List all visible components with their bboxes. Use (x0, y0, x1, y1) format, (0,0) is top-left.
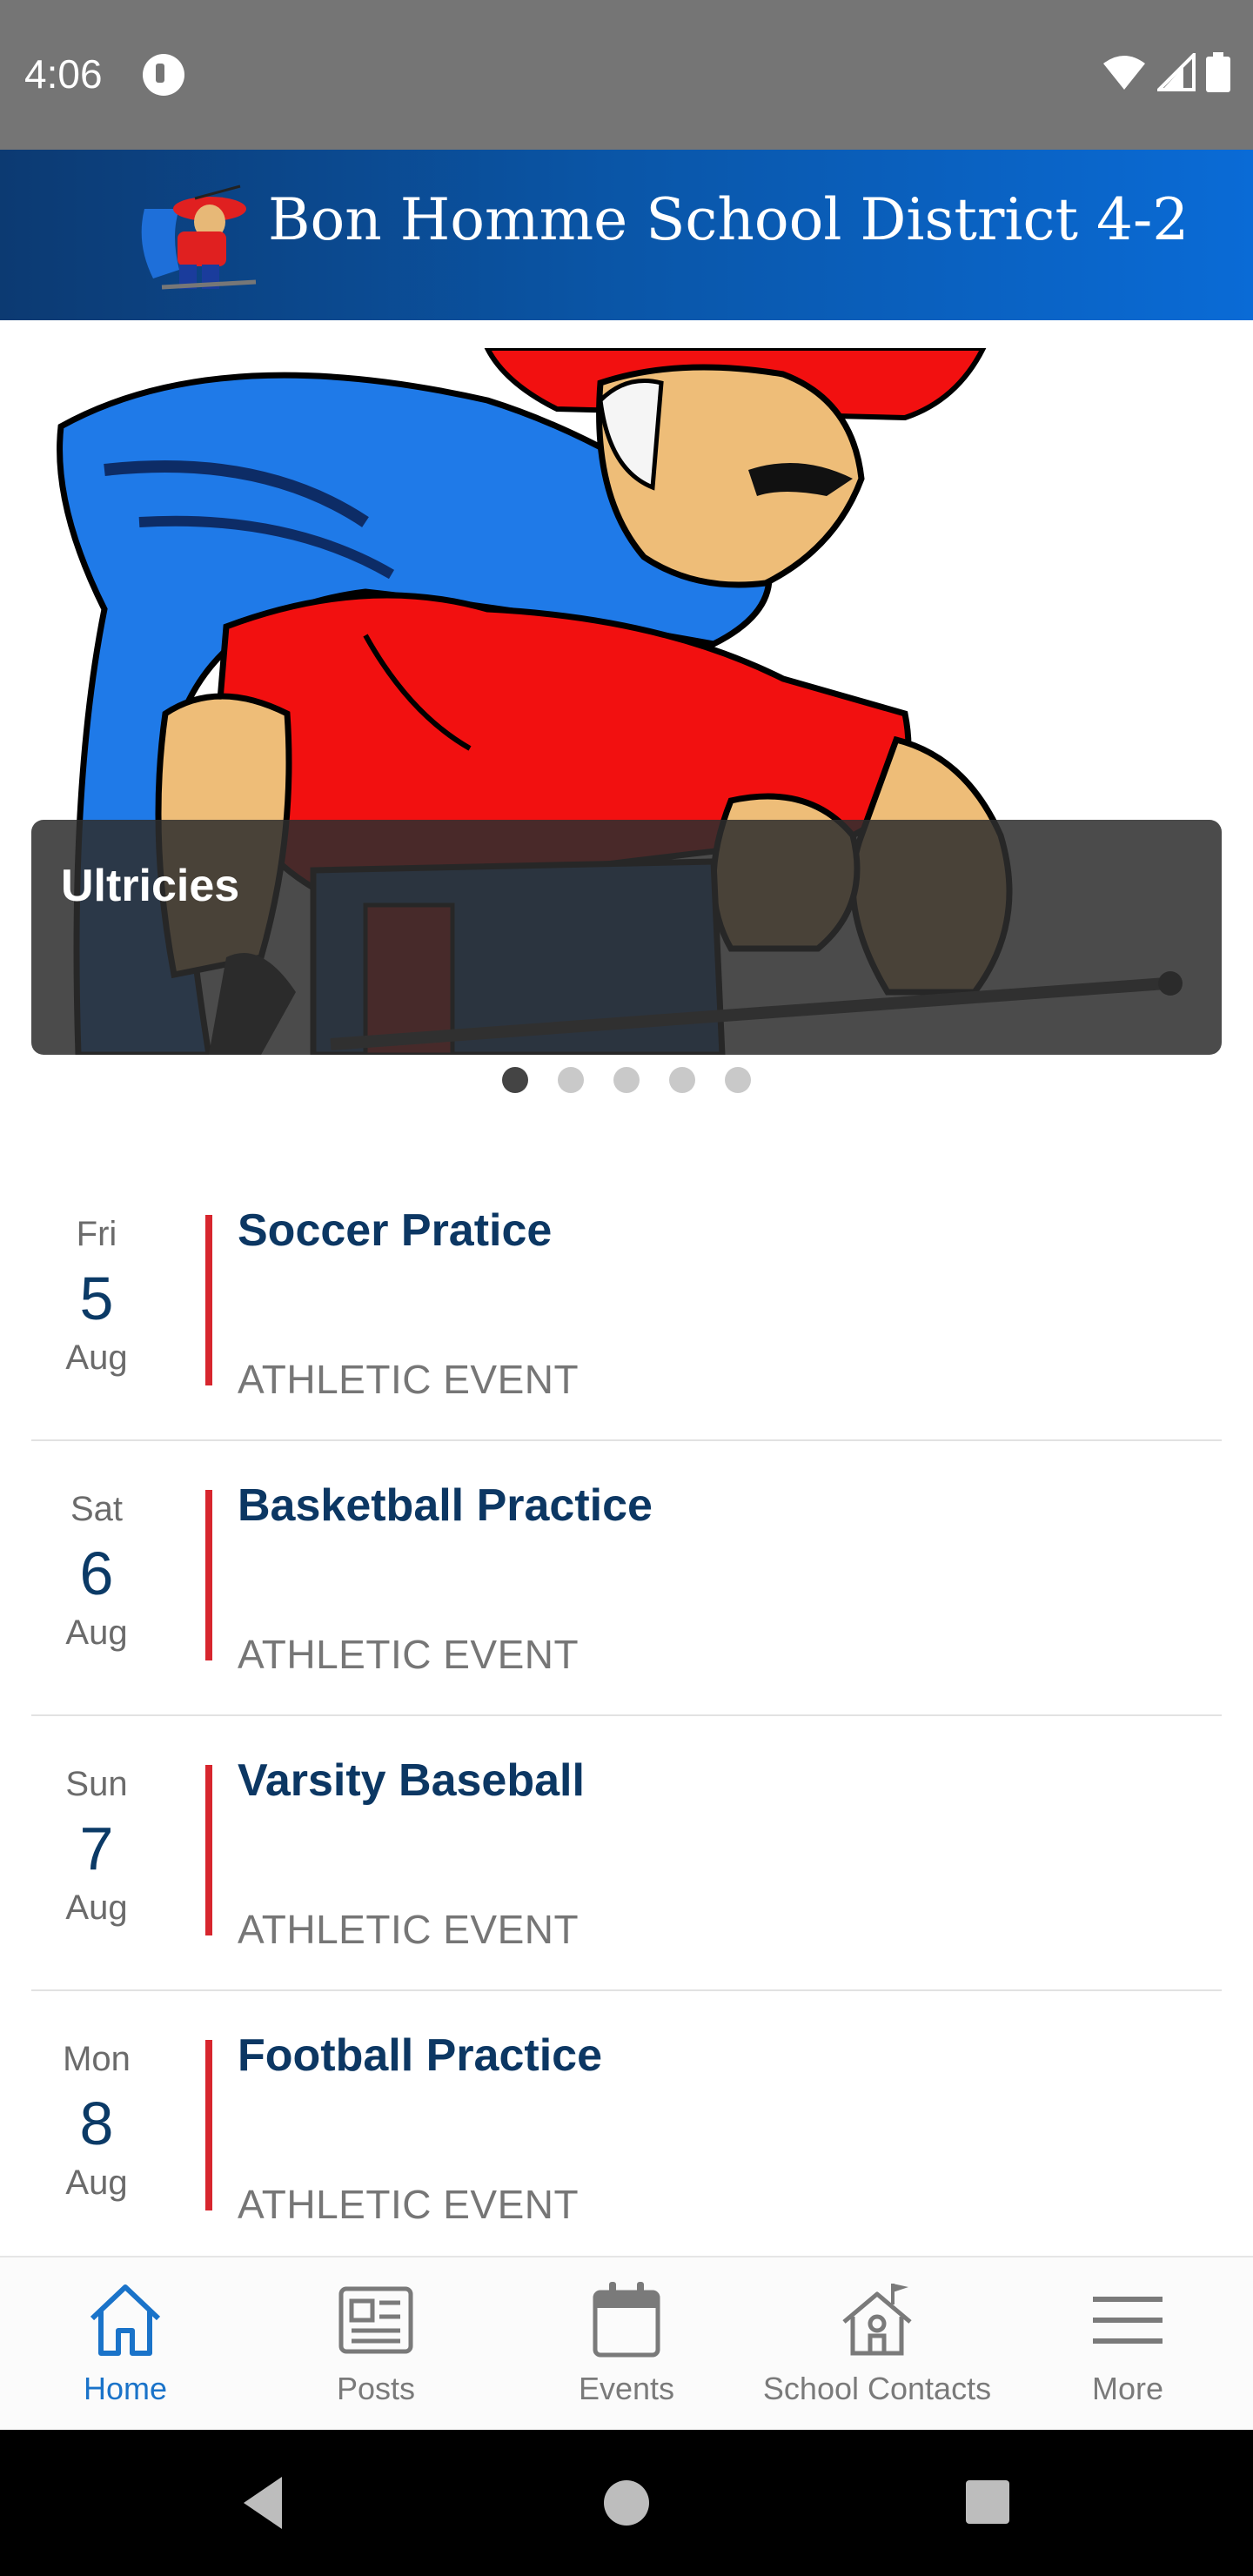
event-month: Aug (65, 2163, 128, 2202)
event-month: Aug (65, 1888, 128, 1927)
event-month: Aug (65, 1613, 128, 1652)
notification-app-icon (143, 54, 184, 96)
event-day-number: 5 (79, 1265, 114, 1332)
carousel-caption-title: Ultricies (61, 861, 240, 911)
carousel-dot[interactable] (669, 1067, 695, 1093)
event-accent-bar (205, 1765, 212, 1935)
event-list-item[interactable]: Sat 6 Aug Basketball Practice ATHLETIC E… (31, 1441, 1222, 1716)
event-title: Varsity Baseball (238, 1755, 585, 1806)
system-navigation-bar (0, 2430, 1253, 2576)
nav-home-label: Home (83, 2371, 168, 2406)
event-weekday: Sat (70, 1490, 124, 1528)
event-accent-bar (205, 2040, 212, 2210)
event-month: Aug (65, 1338, 128, 1377)
event-list-item[interactable]: Sun 7 Aug Varsity Baseball ATHLETIC EVEN… (31, 1716, 1222, 1991)
nav-events[interactable]: Events (501, 2257, 752, 2430)
events-list: Fri 5 Aug Soccer Pratice ATHLETIC EVENT … (31, 1166, 1222, 2266)
nav-posts[interactable]: Posts (251, 2257, 501, 2430)
hamburger-menu-icon (1093, 2297, 1163, 2344)
nav-posts-label: Posts (336, 2371, 416, 2406)
status-time: 4:06 (24, 51, 103, 97)
bottom-navigation: Home Posts Events School Contacts More (0, 2256, 1253, 2430)
event-day-number: 8 (79, 2090, 114, 2157)
event-date: Mon 8 Aug (31, 2040, 162, 2203)
carousel-pagination (0, 1067, 1253, 1093)
battery-icon (1206, 52, 1230, 92)
calendar-icon (593, 2282, 660, 2358)
recents-square-icon[interactable] (962, 2468, 1011, 2538)
nav-more-label: More (1091, 2371, 1164, 2406)
carousel-dot[interactable] (613, 1067, 640, 1093)
newspaper-icon (338, 2286, 413, 2354)
home-icon (90, 2284, 161, 2356)
nav-events-label: Events (578, 2371, 675, 2406)
app-header: Bon Homme School District 4-2 (0, 150, 1253, 320)
event-list-item[interactable]: Fri 5 Aug Soccer Pratice ATHLETIC EVENT (31, 1166, 1222, 1441)
school-district-title: Bon Homme School District 4-2 (268, 186, 1189, 253)
status-icons (1102, 52, 1230, 92)
event-date: Fri 5 Aug (31, 1215, 162, 1378)
event-list-item[interactable]: Mon 8 Aug Football Practice ATHLETIC EVE… (31, 1991, 1222, 2266)
nav-school-contacts[interactable]: School Contacts (752, 2257, 1002, 2430)
event-category: ATHLETIC EVENT (238, 2182, 580, 2227)
event-weekday: Fri (76, 1215, 117, 1253)
event-date: Sun 7 Aug (31, 1765, 162, 1928)
event-day-number: 6 (79, 1540, 114, 1607)
event-accent-bar (205, 1490, 212, 1660)
nav-school-contacts-label: School Contacts (762, 2371, 992, 2406)
event-weekday: Sun (65, 1765, 128, 1803)
carousel-dot[interactable] (725, 1067, 751, 1093)
event-category: ATHLETIC EVENT (238, 1632, 580, 1677)
event-accent-bar (205, 1215, 212, 1385)
nav-more[interactable]: More (1002, 2257, 1253, 2430)
school-building-icon (842, 2284, 912, 2356)
event-category: ATHLETIC EVENT (238, 1357, 580, 1402)
carousel-dot[interactable] (502, 1067, 528, 1093)
event-category: ATHLETIC EVENT (238, 1907, 580, 1952)
wifi-icon (1103, 56, 1145, 90)
event-day-number: 7 (79, 1815, 114, 1882)
event-date: Sat 6 Aug (31, 1490, 162, 1653)
home-circle-icon[interactable] (600, 2468, 653, 2538)
back-icon[interactable] (237, 2468, 285, 2538)
event-title: Basketball Practice (238, 1480, 653, 1531)
carousel-caption[interactable]: Ultricies (31, 820, 1222, 1055)
nav-home[interactable]: Home (0, 2257, 251, 2430)
school-mascot-logo (141, 184, 257, 290)
carousel-dot[interactable] (558, 1067, 584, 1093)
cellular-signal-icon (1157, 53, 1196, 91)
status-bar: 4:06 (0, 0, 1253, 150)
event-title: Soccer Pratice (238, 1205, 553, 1256)
event-weekday: Mon (63, 2040, 131, 2078)
event-title: Football Practice (238, 2030, 602, 2081)
